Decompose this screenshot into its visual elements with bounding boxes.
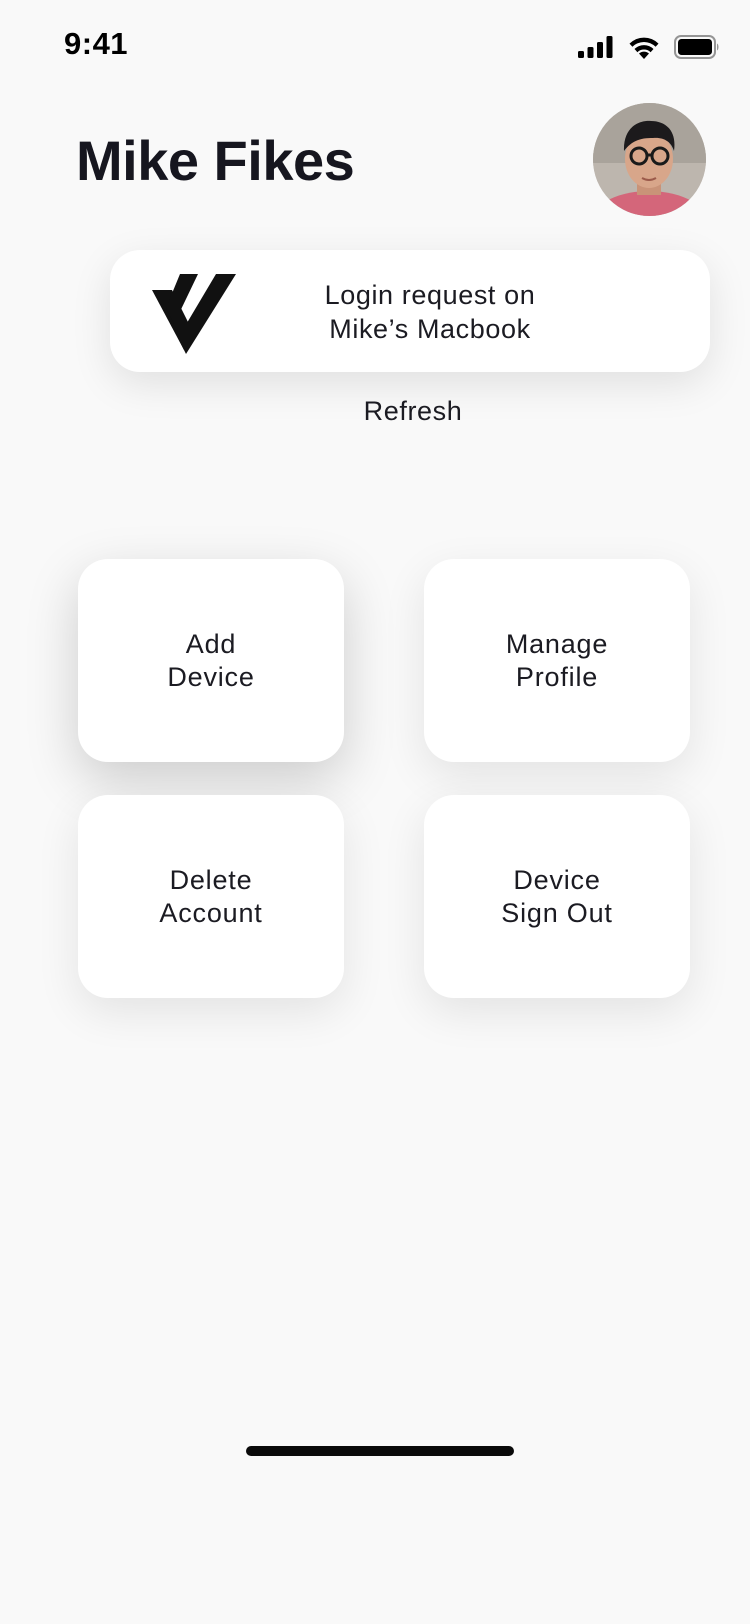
add-device-label-line2: Device <box>167 661 255 692</box>
avatar[interactable] <box>593 103 706 216</box>
login-request-line2: Mike’s Macbook <box>329 314 531 344</box>
home-indicator[interactable] <box>246 1446 514 1456</box>
delete-account-label-line2: Account <box>159 897 263 928</box>
profile-name: Mike Fikes <box>76 129 355 192</box>
v-logo-icon <box>152 272 238 354</box>
delete-account-label-line1: Delete <box>169 864 253 895</box>
refresh-button[interactable]: Refresh <box>300 396 526 427</box>
device-sign-out-label-line1: Device <box>513 864 601 895</box>
manage-profile-button[interactable]: Manage Profile <box>424 559 690 762</box>
add-device-label-line1: Add <box>185 628 237 659</box>
device-sign-out-label-line2: Sign Out <box>501 897 613 928</box>
manage-profile-label-line2: Profile <box>515 661 599 692</box>
login-request-line1: Login request on <box>324 280 536 310</box>
manage-profile-label-line1: Manage <box>505 628 609 659</box>
cellular-signal-icon <box>578 36 614 58</box>
delete-account-button[interactable]: Delete Account <box>78 795 344 998</box>
login-request-text: Login request on Mike’s Macbook <box>280 278 580 346</box>
status-icons <box>578 32 720 62</box>
status-time: 9:41 <box>64 26 129 61</box>
add-device-button[interactable]: Add Device <box>78 559 344 762</box>
battery-icon <box>674 35 720 59</box>
wifi-icon <box>628 36 660 59</box>
device-sign-out-button[interactable]: Device Sign Out <box>424 795 690 998</box>
home-screen: 9:41 Mike Fikes Login request on Mike’s … <box>0 0 750 1624</box>
login-request-card[interactable]: Login request on Mike’s Macbook <box>110 250 710 372</box>
